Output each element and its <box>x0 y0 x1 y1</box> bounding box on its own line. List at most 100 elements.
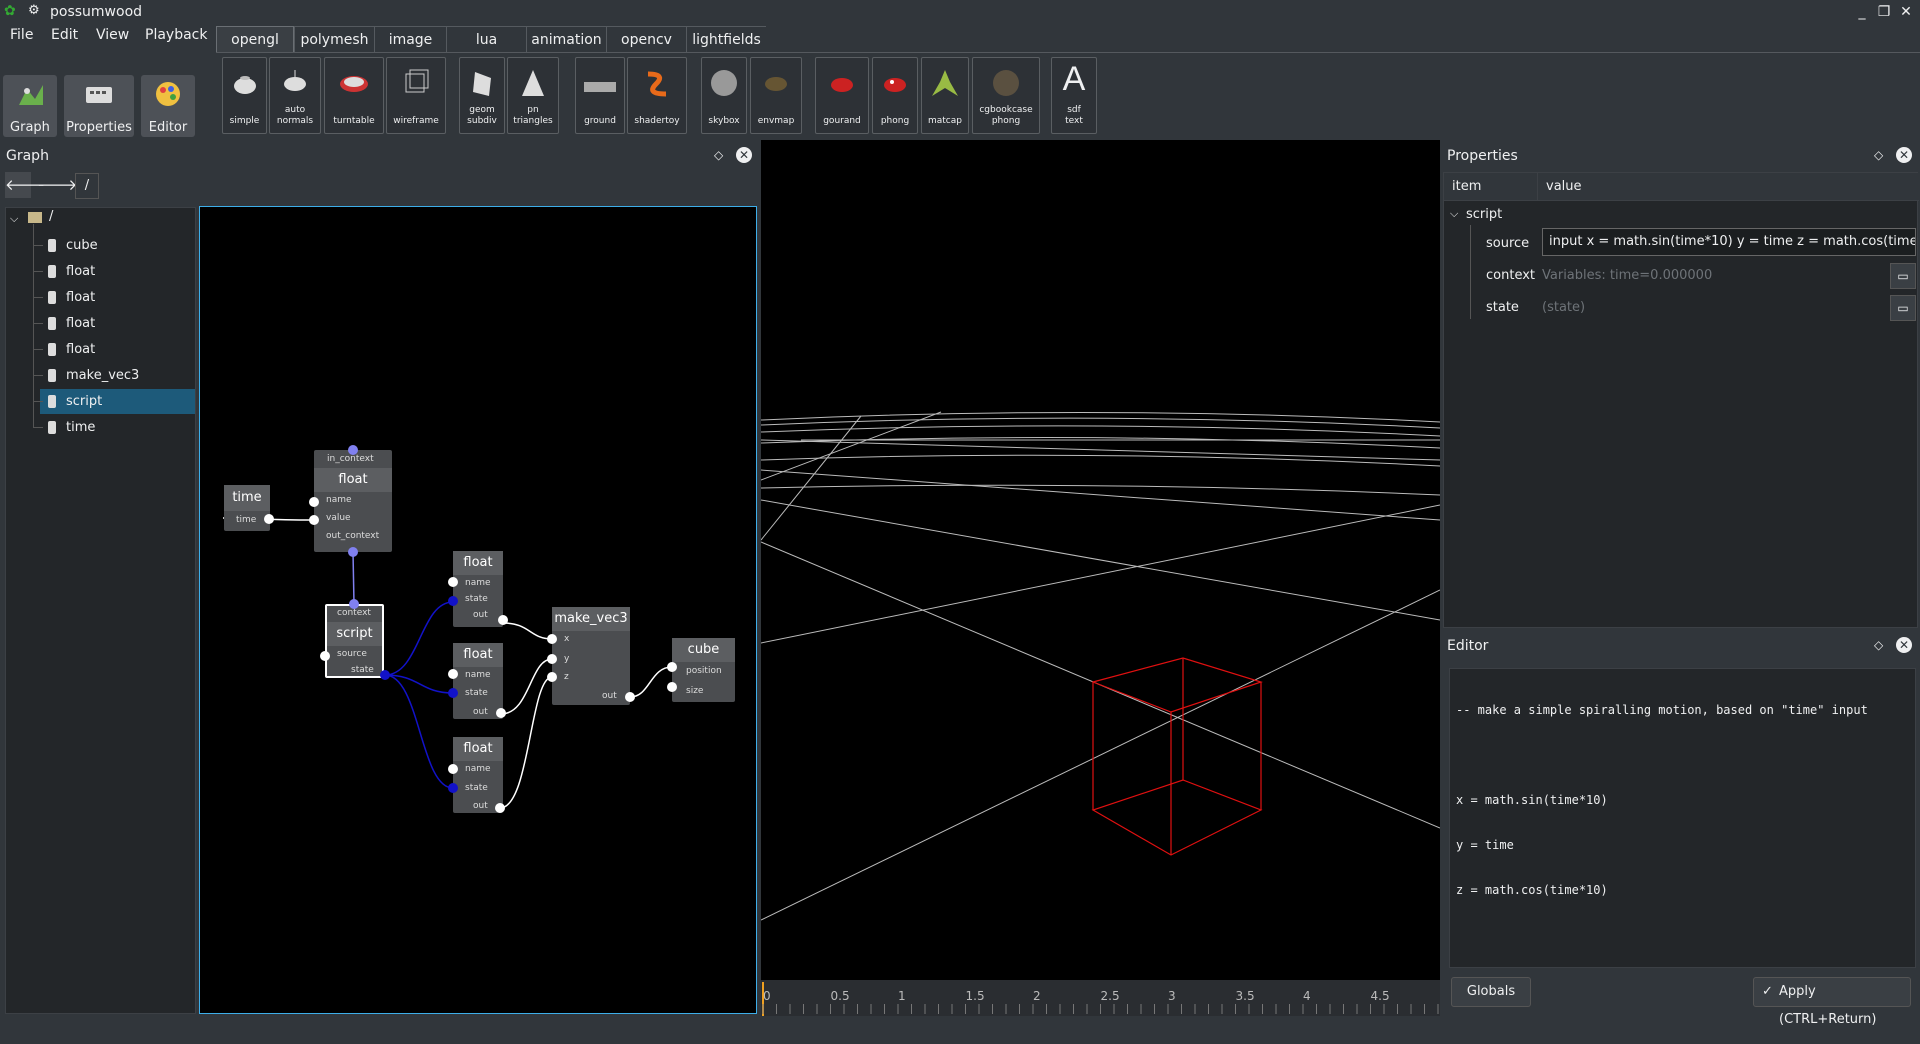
port-state[interactable] <box>448 596 458 606</box>
maximize-icon[interactable]: ❐ <box>1874 2 1894 22</box>
tree-item[interactable]: time <box>40 415 195 440</box>
node-float-3[interactable]: float name state out <box>453 737 503 813</box>
tab-opencv[interactable]: opencv <box>606 26 686 52</box>
port-state[interactable] <box>380 670 390 680</box>
code-editor[interactable]: -- make a simple spiralling motion, base… <box>1449 668 1916 968</box>
tool-matcap[interactable]: matcap <box>921 57 969 134</box>
node-float-1[interactable]: float name state out <box>453 551 503 627</box>
state-edit-button[interactable]: ▭ <box>1890 295 1916 321</box>
port-out[interactable] <box>495 803 505 813</box>
port-name[interactable] <box>309 497 319 507</box>
column-header-item[interactable]: item <box>1452 179 1481 194</box>
close-icon[interactable]: ✕ <box>736 147 752 163</box>
float-icon[interactable]: ◇ <box>714 148 723 162</box>
tool-label: pn triangles <box>513 105 553 126</box>
tool-phong[interactable]: phong <box>872 57 918 134</box>
tool-shadertoy[interactable]: shadertoy <box>627 57 687 134</box>
context-edit-button[interactable]: ▭ <box>1890 263 1916 289</box>
tool-geom-subdiv[interactable]: geom subdiv <box>459 57 505 134</box>
tree-item[interactable]: make_vec3 <box>40 363 195 388</box>
graph-canvas[interactable]: time time in_context float name value ou… <box>199 206 757 1014</box>
app-logo-icon: ✿ <box>4 3 16 19</box>
node-cube[interactable]: cube position size <box>672 638 735 702</box>
port-name[interactable] <box>448 577 458 587</box>
port-out[interactable] <box>496 708 506 718</box>
editor-mode-button[interactable]: Editor <box>141 75 195 137</box>
port-out[interactable] <box>498 615 508 625</box>
node-float-2[interactable]: float name state out <box>453 643 503 719</box>
port-z[interactable] <box>547 672 557 682</box>
tree-item[interactable]: script <box>40 389 195 414</box>
globals-button[interactable]: Globals <box>1451 977 1531 1007</box>
path-field[interactable]: / <box>75 173 99 199</box>
app-menu-icon[interactable]: ⚙ <box>28 3 40 18</box>
tree-root-label[interactable]: / <box>49 209 53 224</box>
tool-auto-normals[interactable]: auto normals <box>269 57 321 134</box>
port-out-context[interactable] <box>348 547 358 557</box>
tree-item[interactable]: float <box>40 337 195 362</box>
timeline-tick-label: 1.5 <box>965 989 985 1003</box>
port-position[interactable] <box>667 662 677 672</box>
close-icon[interactable]: ✕ <box>1896 147 1912 163</box>
tool-cgbookcase-phong[interactable]: cgbookcase phong <box>972 57 1040 134</box>
port-state[interactable] <box>448 783 458 793</box>
port-source[interactable] <box>320 651 330 661</box>
tool-label: sdf text <box>1065 105 1083 126</box>
tool-simple[interactable]: simple <box>222 57 267 134</box>
tree-item[interactable]: cube <box>40 233 195 258</box>
tool-sdf-text[interactable]: A sdf text <box>1051 57 1097 134</box>
port-context[interactable] <box>349 599 359 609</box>
close-window-icon[interactable]: ✕ <box>1896 2 1916 22</box>
tree-item[interactable]: float <box>40 259 195 284</box>
tool-skybox[interactable]: skybox <box>701 57 747 134</box>
viewport-3d[interactable] <box>761 140 1440 980</box>
properties-mode-button[interactable]: Properties <box>64 75 134 137</box>
tool-label: ground <box>584 116 616 126</box>
float-icon[interactable]: ◇ <box>1874 638 1883 652</box>
source-field[interactable]: input x = math.sin(time*10) y = time z =… <box>1542 228 1916 256</box>
port-y[interactable] <box>547 654 557 664</box>
tab-opengl[interactable]: opengl <box>216 26 294 52</box>
tab-lightfields[interactable]: lightfields <box>686 26 766 52</box>
column-header-value[interactable]: value <box>1546 179 1582 194</box>
port-x[interactable] <box>547 634 557 644</box>
forward-button[interactable]: 🡒 <box>37 172 77 198</box>
port-size[interactable] <box>667 682 677 692</box>
close-icon[interactable]: ✕ <box>1896 637 1912 653</box>
graph-mode-button[interactable]: Graph <box>3 75 57 137</box>
port-name[interactable] <box>448 669 458 679</box>
float-icon[interactable]: ◇ <box>1874 148 1883 162</box>
state-value: (state) <box>1542 300 1586 315</box>
menu-edit[interactable]: Edit <box>51 27 78 43</box>
port-state[interactable] <box>448 688 458 698</box>
apply-button[interactable]: ✓ Apply (CTRL+Return) <box>1753 977 1911 1027</box>
tool-turntable[interactable]: turntable <box>324 57 384 134</box>
tab-animation[interactable]: animation <box>526 26 606 52</box>
menu-playback[interactable]: Playback <box>145 27 207 43</box>
port-value[interactable] <box>309 515 319 525</box>
back-button[interactable]: 🡐 <box>5 172 45 198</box>
chevron-down-icon[interactable]: ⌵ <box>10 212 18 226</box>
node-script[interactable]: context script source state <box>325 604 384 678</box>
tree-item[interactable]: float <box>40 285 195 310</box>
tab-polymesh[interactable]: polymesh <box>294 26 374 52</box>
tool-wireframe[interactable]: wireframe <box>386 57 446 134</box>
chevron-down-icon[interactable]: ⌵ <box>1450 207 1458 221</box>
tool-envmap[interactable]: envmap <box>750 57 802 134</box>
minimize-icon[interactable]: _ <box>1852 2 1872 22</box>
menu-view[interactable]: View <box>96 27 129 43</box>
tab-lua[interactable]: lua <box>446 26 526 52</box>
port-name[interactable] <box>448 764 458 774</box>
tool-pn-triangles[interactable]: pn triangles <box>507 57 559 134</box>
menu-file[interactable]: File <box>10 27 33 43</box>
port-time-out[interactable] <box>264 514 274 524</box>
tab-image[interactable]: image <box>374 26 446 52</box>
tool-gourand[interactable]: gourand <box>815 57 869 134</box>
port-out[interactable] <box>625 692 635 702</box>
tool-ground[interactable]: ground <box>575 57 625 134</box>
node-make-vec3[interactable]: make_vec3 x y z out <box>552 607 630 705</box>
tree-item[interactable]: float <box>40 311 195 336</box>
node-time[interactable]: time time <box>224 485 270 531</box>
port-in-context[interactable] <box>348 445 358 455</box>
node-float-context[interactable]: in_context float name value out_context <box>314 450 392 552</box>
